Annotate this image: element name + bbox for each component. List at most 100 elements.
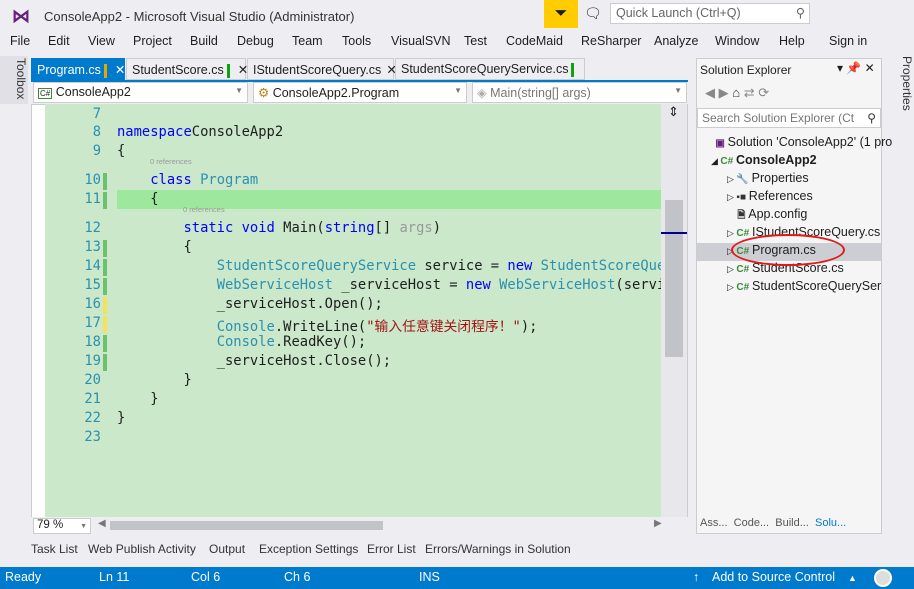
menu-codemaid[interactable]: CodeMaid <box>506 34 563 48</box>
expand-icon[interactable]: ▷ <box>727 192 736 202</box>
close-icon[interactable]: ✕ <box>865 61 875 75</box>
vertical-scroll-thumb[interactable] <box>665 200 683 357</box>
codelens-references[interactable]: 0 references <box>183 205 225 214</box>
tree-item[interactable]: 🗎 App.config <box>697 207 881 225</box>
sync-icon[interactable]: ⇄ <box>744 85 755 100</box>
upload-arrow-icon: ↑ <box>693 570 700 584</box>
dropdown-icon[interactable]: ▾ <box>837 61 843 75</box>
add-to-source-control-button[interactable]: Add to Source Control <box>712 570 835 584</box>
quick-launch-input[interactable]: Quick Launch (Ctrl+Q) ⚲ <box>610 3 810 24</box>
codelens-references[interactable]: 0 references <box>150 157 192 166</box>
expand-icon[interactable]: ▷ <box>727 228 736 238</box>
tab-code[interactable]: Code... <box>734 517 769 529</box>
home-icon[interactable]: ⌂ <box>732 85 740 100</box>
scroll-left-icon[interactable]: ◀ <box>98 518 106 529</box>
tab-studentscorequeryservice-cs[interactable]: StudentScoreQueryService.cs <box>395 58 585 80</box>
menu-help[interactable]: Help <box>779 34 805 48</box>
chevron-down-icon: ▼ <box>235 86 243 95</box>
csharp-file-icon: C# <box>736 264 752 275</box>
menu-visualsvn[interactable]: VisualSVN <box>391 34 451 48</box>
close-icon[interactable]: ✕ <box>115 63 125 77</box>
menu-window[interactable]: Window <box>715 34 759 48</box>
code-token: { <box>117 239 192 255</box>
code-line: WebServiceHost _serviceHost = new WebSer… <box>117 277 666 293</box>
expand-icon[interactable]: ▷ <box>727 282 736 292</box>
window-title: ConsoleApp2 - Microsoft Visual Studio (A… <box>44 9 355 24</box>
zoom-combo[interactable]: 79 % ▼ <box>33 518 91 534</box>
menu-view[interactable]: View <box>88 34 115 48</box>
tab-assembly[interactable]: Ass... <box>700 517 728 529</box>
tree-item[interactable]: ▷ C# StudentScoreQuerySer <box>697 279 881 297</box>
code-token: void <box>241 220 275 236</box>
tab-web-publish-activity[interactable]: Web Publish Activity <box>88 542 196 556</box>
split-handle-icon[interactable]: ⇕ <box>668 104 679 120</box>
tab-output[interactable]: Output <box>209 542 245 556</box>
menu-file[interactable]: File <box>10 34 30 48</box>
change-marker <box>103 259 107 276</box>
menu-build[interactable]: Build <box>190 34 218 48</box>
tab-build[interactable]: Build... <box>775 517 809 529</box>
tab-label: Program.cs <box>37 63 101 77</box>
menu-edit[interactable]: Edit <box>48 34 70 48</box>
line-number: 22 <box>84 410 101 426</box>
tree-item-label: ConsoleApp2 <box>735 153 817 167</box>
sign-in-link[interactable]: Sign in <box>829 34 867 48</box>
tab-solution[interactable]: Solu... <box>815 517 846 529</box>
menu-team[interactable]: Team <box>292 34 323 48</box>
menu-analyze[interactable]: Analyze <box>654 34 698 48</box>
code-line: } <box>117 410 125 426</box>
expand-icon[interactable]: ▷ <box>727 264 736 274</box>
saved-marker <box>226 63 230 78</box>
search-solution-explorer-input[interactable]: Search Solution Explorer (Ct ⚲ <box>697 108 881 128</box>
feedback-icon[interactable]: 🗨 <box>584 5 602 22</box>
tab-error-list[interactable]: Error List <box>367 542 416 556</box>
tab-exception-settings[interactable]: Exception Settings <box>259 542 358 556</box>
panel-controls: ▾ 📌 ✕ <box>837 61 875 75</box>
menu-test[interactable]: Test <box>464 34 487 48</box>
menu-resharper[interactable]: ReSharper <box>581 34 641 48</box>
tab-label: StudentScoreQueryService.cs <box>401 62 569 76</box>
menu-tools[interactable]: Tools <box>342 34 371 48</box>
tab-studentscore-cs[interactable]: StudentScore.cs ✕ <box>126 58 248 80</box>
tab-program-cs[interactable]: Program.cs ✕ <box>31 58 125 80</box>
project-combo[interactable]: C# ConsoleApp2 ▼ <box>33 82 248 103</box>
notifications-flag-icon[interactable]: ⏷ <box>544 0 578 28</box>
solution-icon: ▣ <box>715 138 728 149</box>
menu-project[interactable]: Project <box>133 34 172 48</box>
tab-errors-warnings[interactable]: Errors/Warnings in Solution <box>425 542 571 556</box>
forward-icon[interactable]: ▶ <box>719 85 729 100</box>
tree-item[interactable]: ▣ Solution 'ConsoleApp2' (1 pro <box>697 135 892 153</box>
menu-debug[interactable]: Debug <box>237 34 274 48</box>
expand-icon[interactable]: ▷ <box>727 174 736 184</box>
class-combo[interactable]: ⚙ ConsoleApp2.Program ▼ <box>253 82 467 103</box>
line-number: 12 <box>84 220 101 236</box>
status-insert-mode: INS <box>419 570 440 584</box>
code-token: static <box>183 220 234 236</box>
line-number: 17 <box>84 315 101 331</box>
chevron-down-icon: ▼ <box>80 523 87 530</box>
tree-item-label: StudentScoreQuerySer <box>751 279 882 293</box>
notification-icon[interactable] <box>874 569 892 587</box>
tab-task-list[interactable]: Task List <box>31 542 78 556</box>
pin-icon[interactable]: 📌 <box>846 61 861 75</box>
scroll-right-icon[interactable]: ▶ <box>654 518 662 529</box>
back-icon[interactable]: ◀ <box>705 85 715 100</box>
properties-side-tab[interactable]: Properties <box>886 56 914 111</box>
tab-istudentscorequery-cs[interactable]: IStudentScoreQuery.cs ✕ <box>247 58 397 80</box>
csharp-icon: C# <box>38 88 53 99</box>
toolbox-side-tab[interactable]: Toolbox <box>0 56 28 104</box>
change-marker <box>103 316 107 333</box>
collapse-icon[interactable]: ◢ <box>711 156 720 166</box>
tree-item[interactable]: ▷ ▪■ References <box>697 189 881 207</box>
line-number: 18 <box>84 334 101 350</box>
member-combo[interactable]: ◈ Main(string[] args) ▼ <box>472 82 687 103</box>
horizontal-scroll-thumb[interactable] <box>110 521 383 530</box>
tree-item[interactable]: ◢ C# ConsoleApp2 <box>697 153 881 171</box>
change-marker <box>103 354 107 371</box>
tree-item[interactable]: ▷ 🔧 Properties <box>697 171 881 189</box>
tree-item-label: App.config <box>748 207 808 221</box>
refresh-icon[interactable]: ⟳ <box>758 85 769 100</box>
code-token: } <box>117 391 159 407</box>
